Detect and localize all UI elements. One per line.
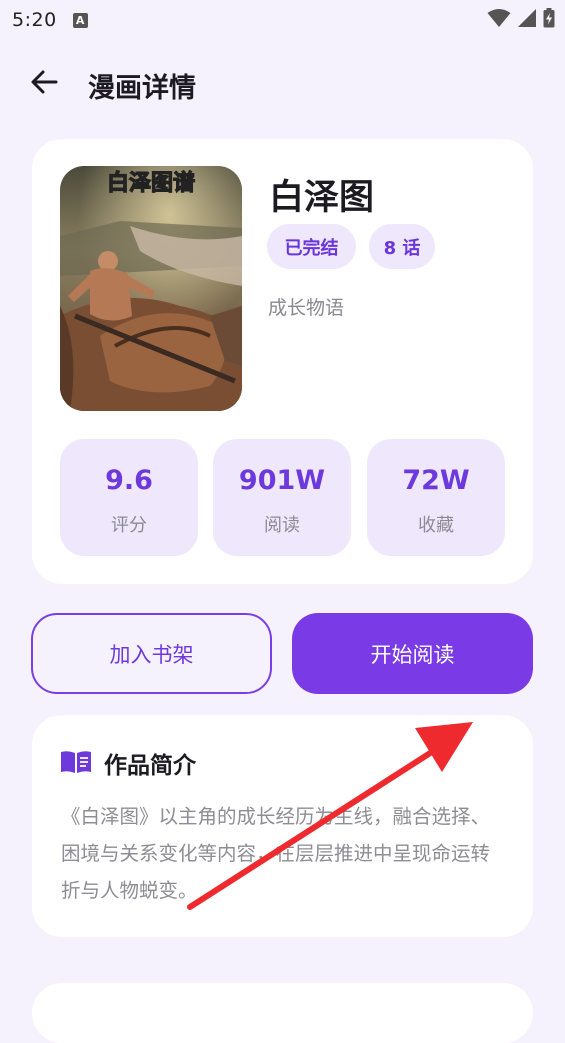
wifi-icon (487, 9, 511, 27)
stat-rating: 9.6 评分 (60, 439, 198, 556)
status-badge: 已完结 (267, 224, 356, 269)
start-reading-button[interactable]: 开始阅读 (292, 613, 533, 694)
status-icons (487, 8, 555, 28)
book-open-icon (61, 751, 91, 773)
battery-icon (543, 8, 555, 28)
cover-title-text: 白泽图谱 (107, 170, 195, 196)
intro-card: 作品简介 《白泽图》以主角的成长经历为主线，融合选择、困境与关系变化等内容，在层… (32, 715, 533, 937)
notification-icon: A (72, 12, 88, 28)
app-bar: 漫画详情 (0, 56, 565, 108)
stat-favorites: 72W 收藏 (367, 439, 505, 556)
episodes-badge: 8 话 (369, 224, 435, 269)
page-title: 漫画详情 (88, 73, 196, 104)
comic-info-card: 白泽图谱 白泽图 已完结 8 话 成长物语 9.6 评分 901W 阅读 72W… (32, 139, 533, 584)
genre-label: 成长物语 (268, 297, 345, 319)
add-to-shelf-button[interactable]: 加入书架 (31, 613, 272, 694)
stat-value: 901W (238, 465, 326, 496)
signal-icon (518, 9, 536, 27)
stat-label: 评分 (111, 515, 147, 536)
stat-reads: 901W 阅读 (213, 439, 351, 556)
next-section-card (32, 983, 533, 1043)
status-bar: 5:20 A (0, 0, 565, 40)
stat-value: 9.6 (105, 465, 153, 496)
stat-value: 72W (402, 465, 470, 496)
stat-label: 阅读 (264, 515, 300, 536)
arrow-back-icon (31, 70, 58, 94)
intro-text: 《白泽图》以主角的成长经历为主线，融合选择、困境与关系变化等内容，在层层推进中呈… (61, 805, 491, 902)
stat-label: 收藏 (418, 515, 454, 536)
status-time: 5:20 (12, 9, 57, 31)
back-button[interactable] (26, 64, 62, 100)
intro-heading: 作品简介 (104, 753, 196, 779)
comic-title: 白泽图 (269, 178, 375, 218)
cover-illustration: 白泽图谱 (60, 166, 242, 411)
comic-cover-image[interactable]: 白泽图谱 (60, 166, 242, 411)
